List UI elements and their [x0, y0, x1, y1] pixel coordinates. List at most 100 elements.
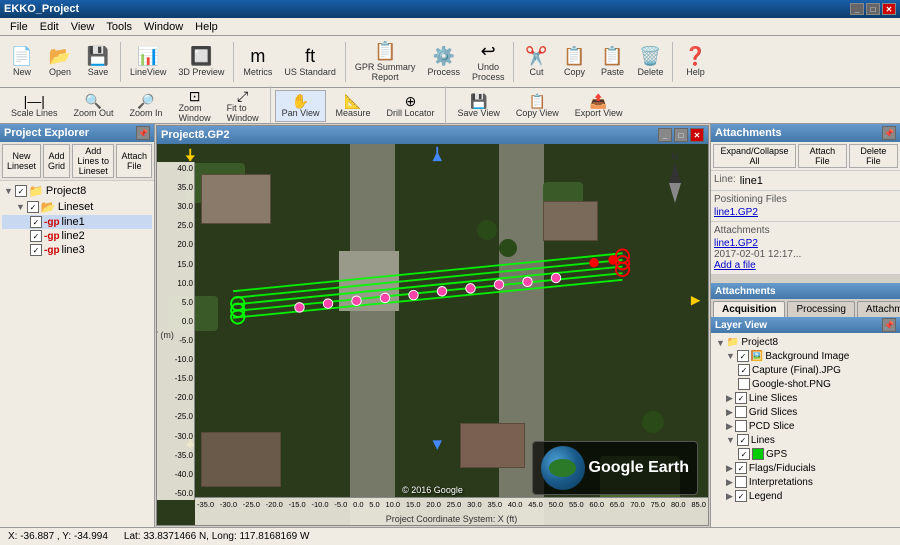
layer-pcd-slice[interactable]: ▶ PCD Slice [714, 419, 897, 433]
tree-item-line2[interactable]: ✓ -gp line2 [2, 229, 152, 243]
3dpreview-button[interactable]: 🔲 3D Preview [173, 38, 229, 86]
save-view-button[interactable]: 💾 Save View [450, 90, 506, 122]
checkbox-capture[interactable]: ✓ [738, 364, 750, 376]
att-add-file-link[interactable]: Add a file [714, 260, 897, 271]
att-pin-btn[interactable]: 📌 [882, 126, 896, 140]
us-standard-button[interactable]: ft US Standard [279, 38, 341, 86]
checkbox-line1[interactable]: ✓ [30, 216, 42, 228]
menu-window[interactable]: Window [138, 18, 189, 35]
paste-button[interactable]: 📋 Paste [594, 38, 630, 86]
map-maximize-btn[interactable]: □ [674, 128, 688, 142]
menu-help[interactable]: Help [189, 18, 224, 35]
layer-flags[interactable]: ▶ ✓ Flags/Fiducials [714, 461, 897, 475]
metrics-button[interactable]: m Metrics [238, 38, 277, 86]
checkbox-legend[interactable]: ✓ [735, 490, 747, 502]
tree-item-project8[interactable]: ▼ ✓ 📁 Project8 [2, 183, 152, 199]
layer-line-slices[interactable]: ▶ ✓ Line Slices [714, 391, 897, 405]
minimize-btn[interactable]: _ [850, 3, 864, 15]
tree-item-lineset[interactable]: ▼ ✓ 📂 Lineset [2, 199, 152, 215]
open-button[interactable]: 📂 Open [42, 38, 78, 86]
new-lineset-btn[interactable]: New Lineset [2, 144, 41, 178]
map-close-btn[interactable]: ✕ [690, 128, 704, 142]
add-grid-btn[interactable]: Add Grid [43, 144, 70, 178]
add-lineset-to-lineset-btn[interactable]: Add Lines to Lineset [72, 144, 114, 178]
export-view-button[interactable]: 📤 Export View [568, 90, 630, 122]
fit-to-window-button[interactable]: ⤢ Fit toWindow [220, 90, 266, 122]
checkbox-gps[interactable]: ✓ [738, 448, 750, 460]
lineview-button[interactable]: 📊 LineView [125, 38, 171, 86]
checkbox-bg[interactable]: ✓ [737, 350, 749, 362]
layer-view-pin[interactable]: 📌 [882, 318, 896, 332]
tab-acquisition[interactable]: Acquisition [713, 301, 785, 317]
checkbox-line3[interactable]: ✓ [30, 244, 42, 256]
menu-file[interactable]: File [4, 18, 34, 35]
pe-pin-btn[interactable]: 📌 [136, 126, 150, 140]
checkbox-interp[interactable] [735, 476, 747, 488]
measure-button[interactable]: 📐 Measure [328, 90, 377, 122]
undo-process-button[interactable]: ↩ UndoProcess [467, 38, 510, 86]
attach-file-att-btn[interactable]: Attach File [798, 144, 847, 168]
layer-background-image[interactable]: ▼ ✓ 🖼️ Background Image [714, 349, 897, 363]
zoom-out-button[interactable]: 🔍 Zoom Out [67, 90, 121, 122]
zoom-window-button[interactable]: ⊡ ZoomWindow [172, 90, 218, 122]
cut-button[interactable]: ✂️ Cut [518, 38, 554, 86]
menu-view[interactable]: View [65, 18, 101, 35]
checkbox-google-shot[interactable] [738, 378, 750, 390]
zoom-in-button[interactable]: 🔎 Zoom In [123, 90, 170, 122]
layer-google-shot[interactable]: Google-shot.PNG [714, 377, 897, 391]
zoom-in-label: Zoom In [130, 108, 163, 118]
copy-button[interactable]: 📋 Copy [556, 38, 592, 86]
checkbox-line-slices[interactable]: ✓ [735, 392, 747, 404]
checkbox-flags[interactable]: ✓ [735, 462, 747, 474]
tab-processing[interactable]: Processing [787, 301, 854, 317]
layer-lines[interactable]: ▼ ✓ Lines [714, 433, 897, 447]
map-minimize-btn[interactable]: _ [658, 128, 672, 142]
view-toolbar: |—| Scale Lines 🔍 Zoom Out 🔎 Zoom In ⊡ Z… [0, 88, 900, 124]
drill-locator-button[interactable]: ⊕ Drill Locator [379, 90, 441, 122]
project-folder-icon: 📁 [29, 184, 44, 198]
checkbox-lineset[interactable]: ✓ [27, 201, 39, 213]
attach-file-btn[interactable]: Attach File [116, 144, 152, 178]
checkbox-grid-slices[interactable] [735, 406, 747, 418]
checkbox-pcd[interactable] [735, 420, 747, 432]
layer-grid-slices[interactable]: ▶ Grid Slices [714, 405, 897, 419]
checkbox-line2[interactable]: ✓ [30, 230, 42, 242]
tree-item-line3[interactable]: ✓ -gp line3 [2, 243, 152, 257]
menu-tools[interactable]: Tools [100, 18, 138, 35]
layer-legend[interactable]: ▶ ✓ Legend [714, 489, 897, 503]
pan-view-button[interactable]: ✋ Pan View [275, 90, 327, 122]
new-button[interactable]: 📄 New [4, 38, 40, 86]
map-viewport[interactable]: 40.0 35.0 30.0 25.0 20.0 15.0 10.0 5.0 0… [157, 144, 708, 525]
sep1 [120, 42, 121, 82]
delete-button[interactable]: 🗑️ Delete [632, 38, 668, 86]
close-btn[interactable]: ✕ [882, 3, 896, 15]
att-line-section: Line: line1 [711, 171, 900, 191]
save-button[interactable]: 💾 Save [80, 38, 116, 86]
tree-item-line1[interactable]: ✓ -gp line1 [2, 215, 152, 229]
layer-gps[interactable]: ✓ GPS [714, 447, 897, 461]
maximize-btn[interactable]: □ [866, 3, 880, 15]
sep6 [270, 86, 271, 126]
x-label-0: 0.0 [353, 500, 363, 509]
tab-attachments[interactable]: Attachme... [857, 301, 900, 317]
delete-file-btn[interactable]: Delete File [849, 144, 898, 168]
layer-capture[interactable]: ✓ Capture (Final).JPG [714, 363, 897, 377]
checkbox-lines[interactable]: ✓ [737, 434, 749, 446]
x-label-n25: -25.0 [243, 500, 260, 509]
expand-collapse-btn[interactable]: Expand/Collapse All [713, 144, 796, 168]
process-button[interactable]: ⚙️ Process [422, 38, 465, 86]
menu-edit[interactable]: Edit [34, 18, 65, 35]
gpr-summary-button[interactable]: 📋 GPR SummaryReport [350, 38, 421, 86]
delete-label: Delete [637, 67, 663, 77]
layer-project8[interactable]: ▼ 📁 Project8 [714, 336, 897, 349]
save-view-label: Save View [457, 108, 499, 118]
copy-view-button[interactable]: 📋 Copy View [509, 90, 566, 122]
layer-interpretations[interactable]: ▶ Interpretations [714, 475, 897, 489]
scale-lines-button[interactable]: |—| Scale Lines [4, 90, 65, 122]
x-label-65: 65.0 [610, 500, 625, 509]
checkbox-project8[interactable]: ✓ [15, 185, 27, 197]
att-file-link[interactable]: line1.GP2 [714, 238, 897, 249]
help-button[interactable]: ❓ Help [677, 38, 713, 86]
3dpreview-icon: 🔲 [190, 47, 212, 65]
att-gp2-link[interactable]: line1.GP2 [714, 207, 897, 218]
